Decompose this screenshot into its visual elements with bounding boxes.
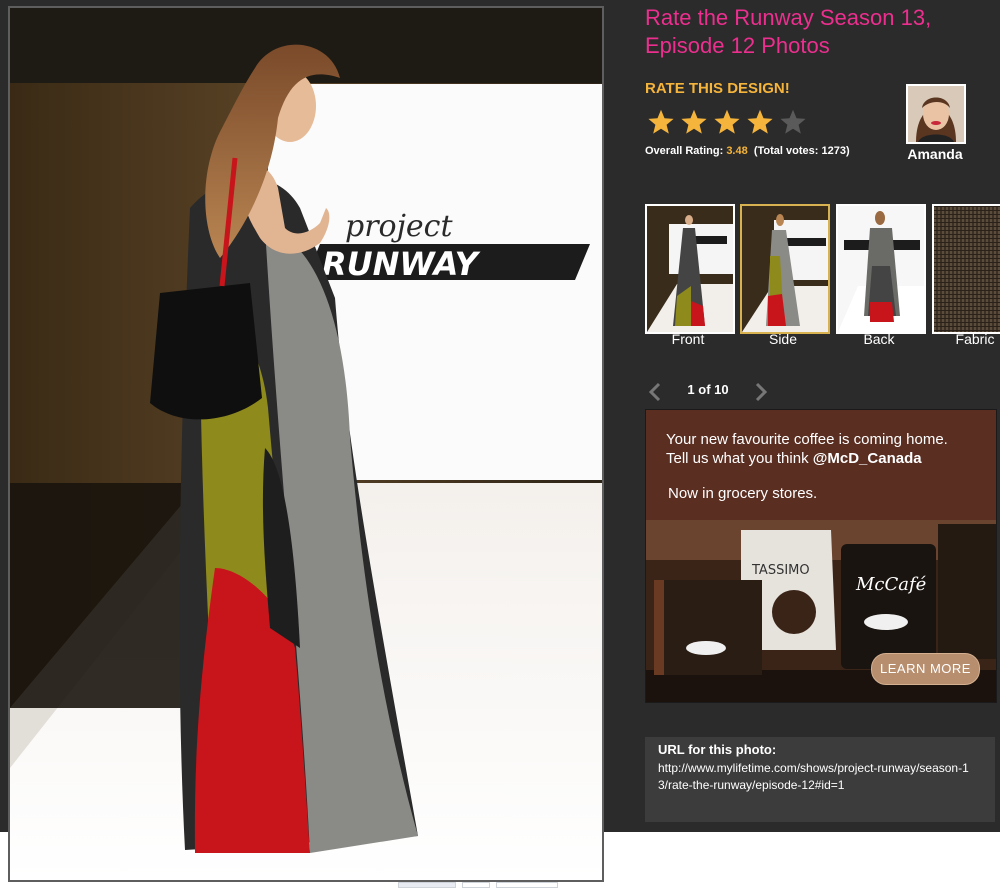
fabric-swatch [934, 206, 1000, 332]
thumbnail-back[interactable] [836, 204, 926, 334]
bottom-tab[interactable] [462, 882, 490, 888]
thumbnail-image [742, 206, 828, 332]
page-title: Rate the Runway Season 13, Episode 12 Ph… [645, 5, 932, 58]
photo-url-box: URL for this photo: http://www.mylifetim… [645, 737, 995, 822]
thumbnail-label-fabric[interactable]: Fabric [930, 331, 1000, 347]
thumbnail-fabric[interactable] [932, 204, 1000, 334]
ad-handle[interactable]: @McD_Canada [813, 450, 922, 467]
star-icon[interactable] [713, 108, 741, 136]
star-rating[interactable] [647, 108, 812, 136]
overall-rating-prefix: Overall Rating: [645, 145, 724, 157]
learn-more-button[interactable]: LEARN MORE [871, 653, 980, 685]
rate-design-label: RATE THIS DESIGN! [645, 80, 790, 97]
designer-portrait [908, 86, 964, 142]
ad-brand-text: McCafé [855, 574, 927, 595]
designer-name[interactable]: Amanda [904, 146, 966, 162]
ad-brand2-text: TASSIMO [751, 563, 810, 578]
ad-line2: Tell us what you think @McD_Canada [666, 449, 948, 468]
thumbnail-label-back[interactable]: Back [834, 331, 924, 347]
main-photo[interactable]: project RUNWAY [8, 6, 604, 882]
ad-line3: Now in grocery stores. [668, 485, 818, 502]
url-label: URL for this photo: [658, 742, 777, 757]
thumbnail-front[interactable] [645, 204, 735, 334]
url-value[interactable]: http://www.mylifetime.com/shows/project-… [658, 760, 978, 794]
star-icon[interactable] [680, 108, 708, 136]
chevron-right-icon[interactable] [754, 382, 768, 402]
runway-photo: project RUNWAY [10, 8, 602, 880]
logo-runway-text: RUNWAY [322, 245, 481, 283]
bottom-tab[interactable] [496, 882, 558, 888]
photo-pager: 1 of 10 [648, 380, 772, 404]
overall-rating: Overall Rating: 3.48 (Total votes: 1273) [645, 145, 850, 157]
star-icon[interactable] [746, 108, 774, 136]
bottom-tab[interactable] [398, 882, 456, 888]
ad-headline: Your new favourite coffee is coming home… [666, 430, 948, 468]
star-icon[interactable] [647, 108, 675, 136]
thumbnail-label-side[interactable]: Side [738, 331, 828, 347]
ad-line1: Your new favourite coffee is coming home… [666, 431, 948, 448]
pager-count: 1 of 10 [687, 382, 729, 397]
thumbnail-image [838, 206, 924, 332]
designer-avatar[interactable] [906, 84, 966, 144]
ad-line2-prefix: Tell us what you think [666, 450, 809, 467]
chevron-left-icon[interactable] [648, 382, 662, 402]
overall-rating-value: 3.48 [726, 145, 748, 157]
star-empty-icon[interactable] [779, 108, 807, 136]
thumbnail-image [647, 206, 733, 332]
total-votes: (Total votes: 1273) [753, 145, 850, 157]
thumbnail-label-front[interactable]: Front [643, 331, 733, 347]
mccafe-ad[interactable]: Your new favourite coffee is coming home… [645, 409, 997, 703]
logo-project-text: project [345, 209, 453, 244]
thumbnail-side[interactable] [740, 204, 830, 334]
